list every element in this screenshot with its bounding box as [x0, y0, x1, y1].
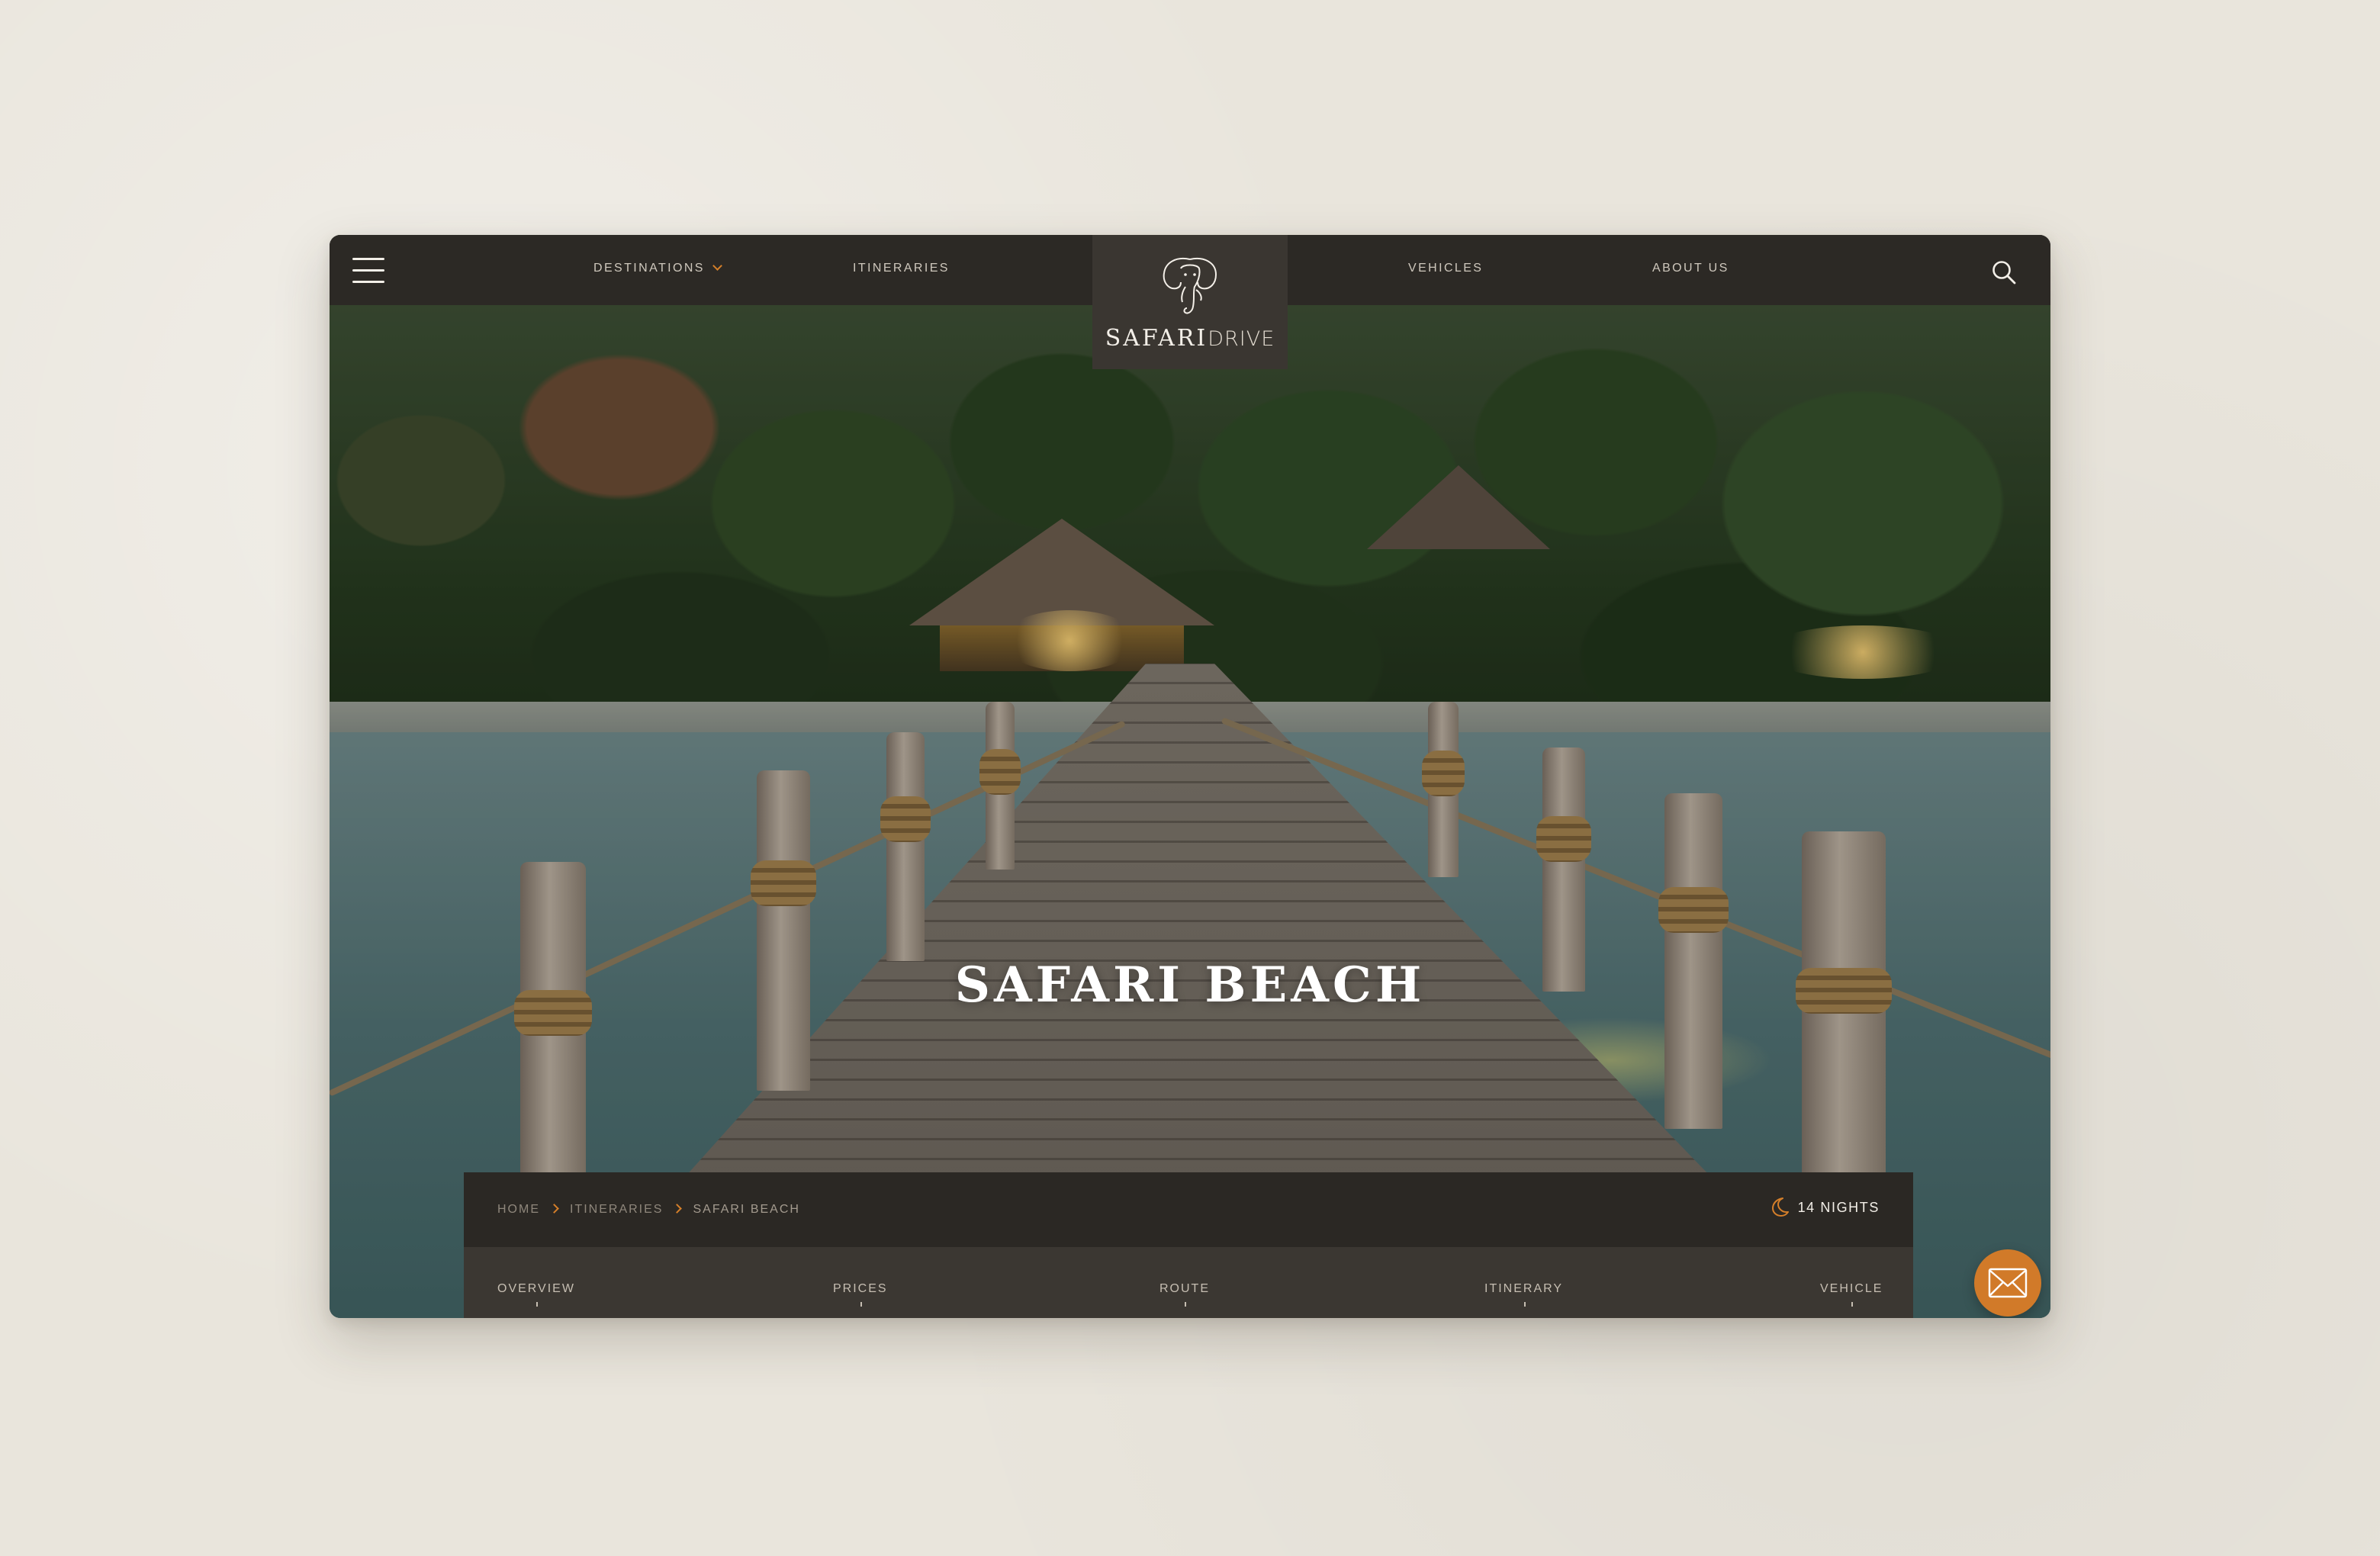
nav-destinations[interactable]: DESTINATIONS — [593, 261, 722, 275]
browser-frame: SAFARI BEACH DESTINATIONS ITINERARIES VE… — [330, 235, 2050, 1318]
chevron-right-icon — [549, 1204, 559, 1214]
breadcrumb-home[interactable]: HOME — [497, 1203, 540, 1216]
hamburger-icon[interactable] — [352, 258, 384, 284]
nav-destinations-label: DESTINATIONS — [593, 262, 705, 275]
hero-overlay — [330, 305, 2050, 1318]
logo-wordmark-strong: SAFARI — [1105, 325, 1208, 352]
logo-wordmark-light: DRIVE — [1208, 327, 1275, 351]
tab-prices[interactable]: PRICES — [833, 1282, 888, 1307]
elephant-icon — [1163, 258, 1217, 314]
logo-wordmark: SAFARIDRIVE — [1092, 325, 1288, 352]
moon-icon — [1771, 1198, 1789, 1217]
trip-duration: 14 NIGHTS — [1771, 1198, 1880, 1218]
section-tabs: OVERVIEW PRICES ROUTE ITINERARY VEHICLE — [464, 1247, 1913, 1318]
breadcrumb-bar: HOME ITINERARIES SAFARI BEACH 14 NIGHTS — [464, 1172, 1913, 1247]
nav-vehicles[interactable]: VEHICLES — [1408, 262, 1483, 275]
tab-vehicle[interactable]: VEHICLE — [1820, 1282, 1883, 1307]
hero-image — [330, 305, 2050, 1318]
tab-route[interactable]: ROUTE — [1159, 1282, 1210, 1307]
chevron-right-icon — [672, 1204, 683, 1214]
nav-itineraries[interactable]: ITINERARIES — [853, 262, 950, 275]
breadcrumb-current: SAFARI BEACH — [693, 1203, 800, 1216]
envelope-icon — [1988, 1268, 2028, 1298]
breadcrumb-itineraries[interactable]: ITINERARIES — [570, 1203, 663, 1216]
nav-about-us[interactable]: ABOUT US — [1652, 262, 1729, 275]
nights-count: 14 NIGHTS — [1797, 1199, 1880, 1215]
chevron-down-icon — [712, 261, 722, 271]
breadcrumb: HOME ITINERARIES SAFARI BEACH — [497, 1203, 800, 1217]
site-logo[interactable]: SAFARIDRIVE — [1092, 235, 1288, 369]
tab-itinerary[interactable]: ITINERARY — [1484, 1282, 1563, 1307]
tab-overview[interactable]: OVERVIEW — [497, 1282, 575, 1307]
search-icon[interactable] — [1991, 259, 2017, 285]
page-title: SAFARI BEACH — [954, 956, 1426, 1014]
contact-mail-button[interactable] — [1974, 1249, 2041, 1316]
